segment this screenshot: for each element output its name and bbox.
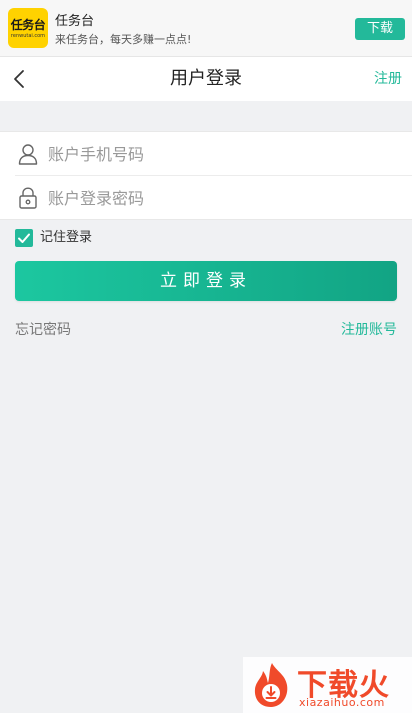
ad-title: 任务台 <box>55 14 95 29</box>
login-button[interactable]: 立即登录 <box>15 261 397 301</box>
user-icon <box>18 144 38 165</box>
forgot-password-link[interactable]: 忘记密码 <box>15 319 71 339</box>
chevron-left-icon[interactable] <box>10 69 30 89</box>
password-input[interactable] <box>48 182 388 214</box>
ad-banner[interactable]: 任务台 renwutai.com 任务台 来任务台，每天多赚一点点! 下载 <box>0 0 412 57</box>
lock-icon <box>19 187 37 209</box>
ad-download-button[interactable]: 下载 <box>355 18 405 40</box>
remember-checkbox[interactable] <box>15 229 33 247</box>
account-row <box>0 132 412 175</box>
password-row <box>0 176 412 219</box>
login-form <box>0 131 412 220</box>
remember-label: 记住登录 <box>40 230 93 245</box>
register-link-top[interactable]: 注册 <box>374 57 402 101</box>
check-icon <box>18 233 30 243</box>
nav-header: 用户登录 注册 <box>0 57 412 101</box>
register-account-link[interactable]: 注册账号 <box>341 319 397 339</box>
account-phone-input[interactable] <box>48 138 388 170</box>
flame-icon <box>254 663 288 707</box>
ad-logo: 任务台 renwutai.com <box>8 8 48 48</box>
page-title: 用户登录 <box>170 68 242 89</box>
ad-logo-subtext: renwutai.com <box>10 33 46 39</box>
ad-logo-text: 任务台 <box>10 18 46 32</box>
watermark-url: xiazaihuo.com <box>299 696 385 709</box>
ad-description: 来任务台，每天多赚一点点! <box>55 33 192 46</box>
watermark-logo: 下载火 xiazaihuo.com <box>243 657 412 713</box>
